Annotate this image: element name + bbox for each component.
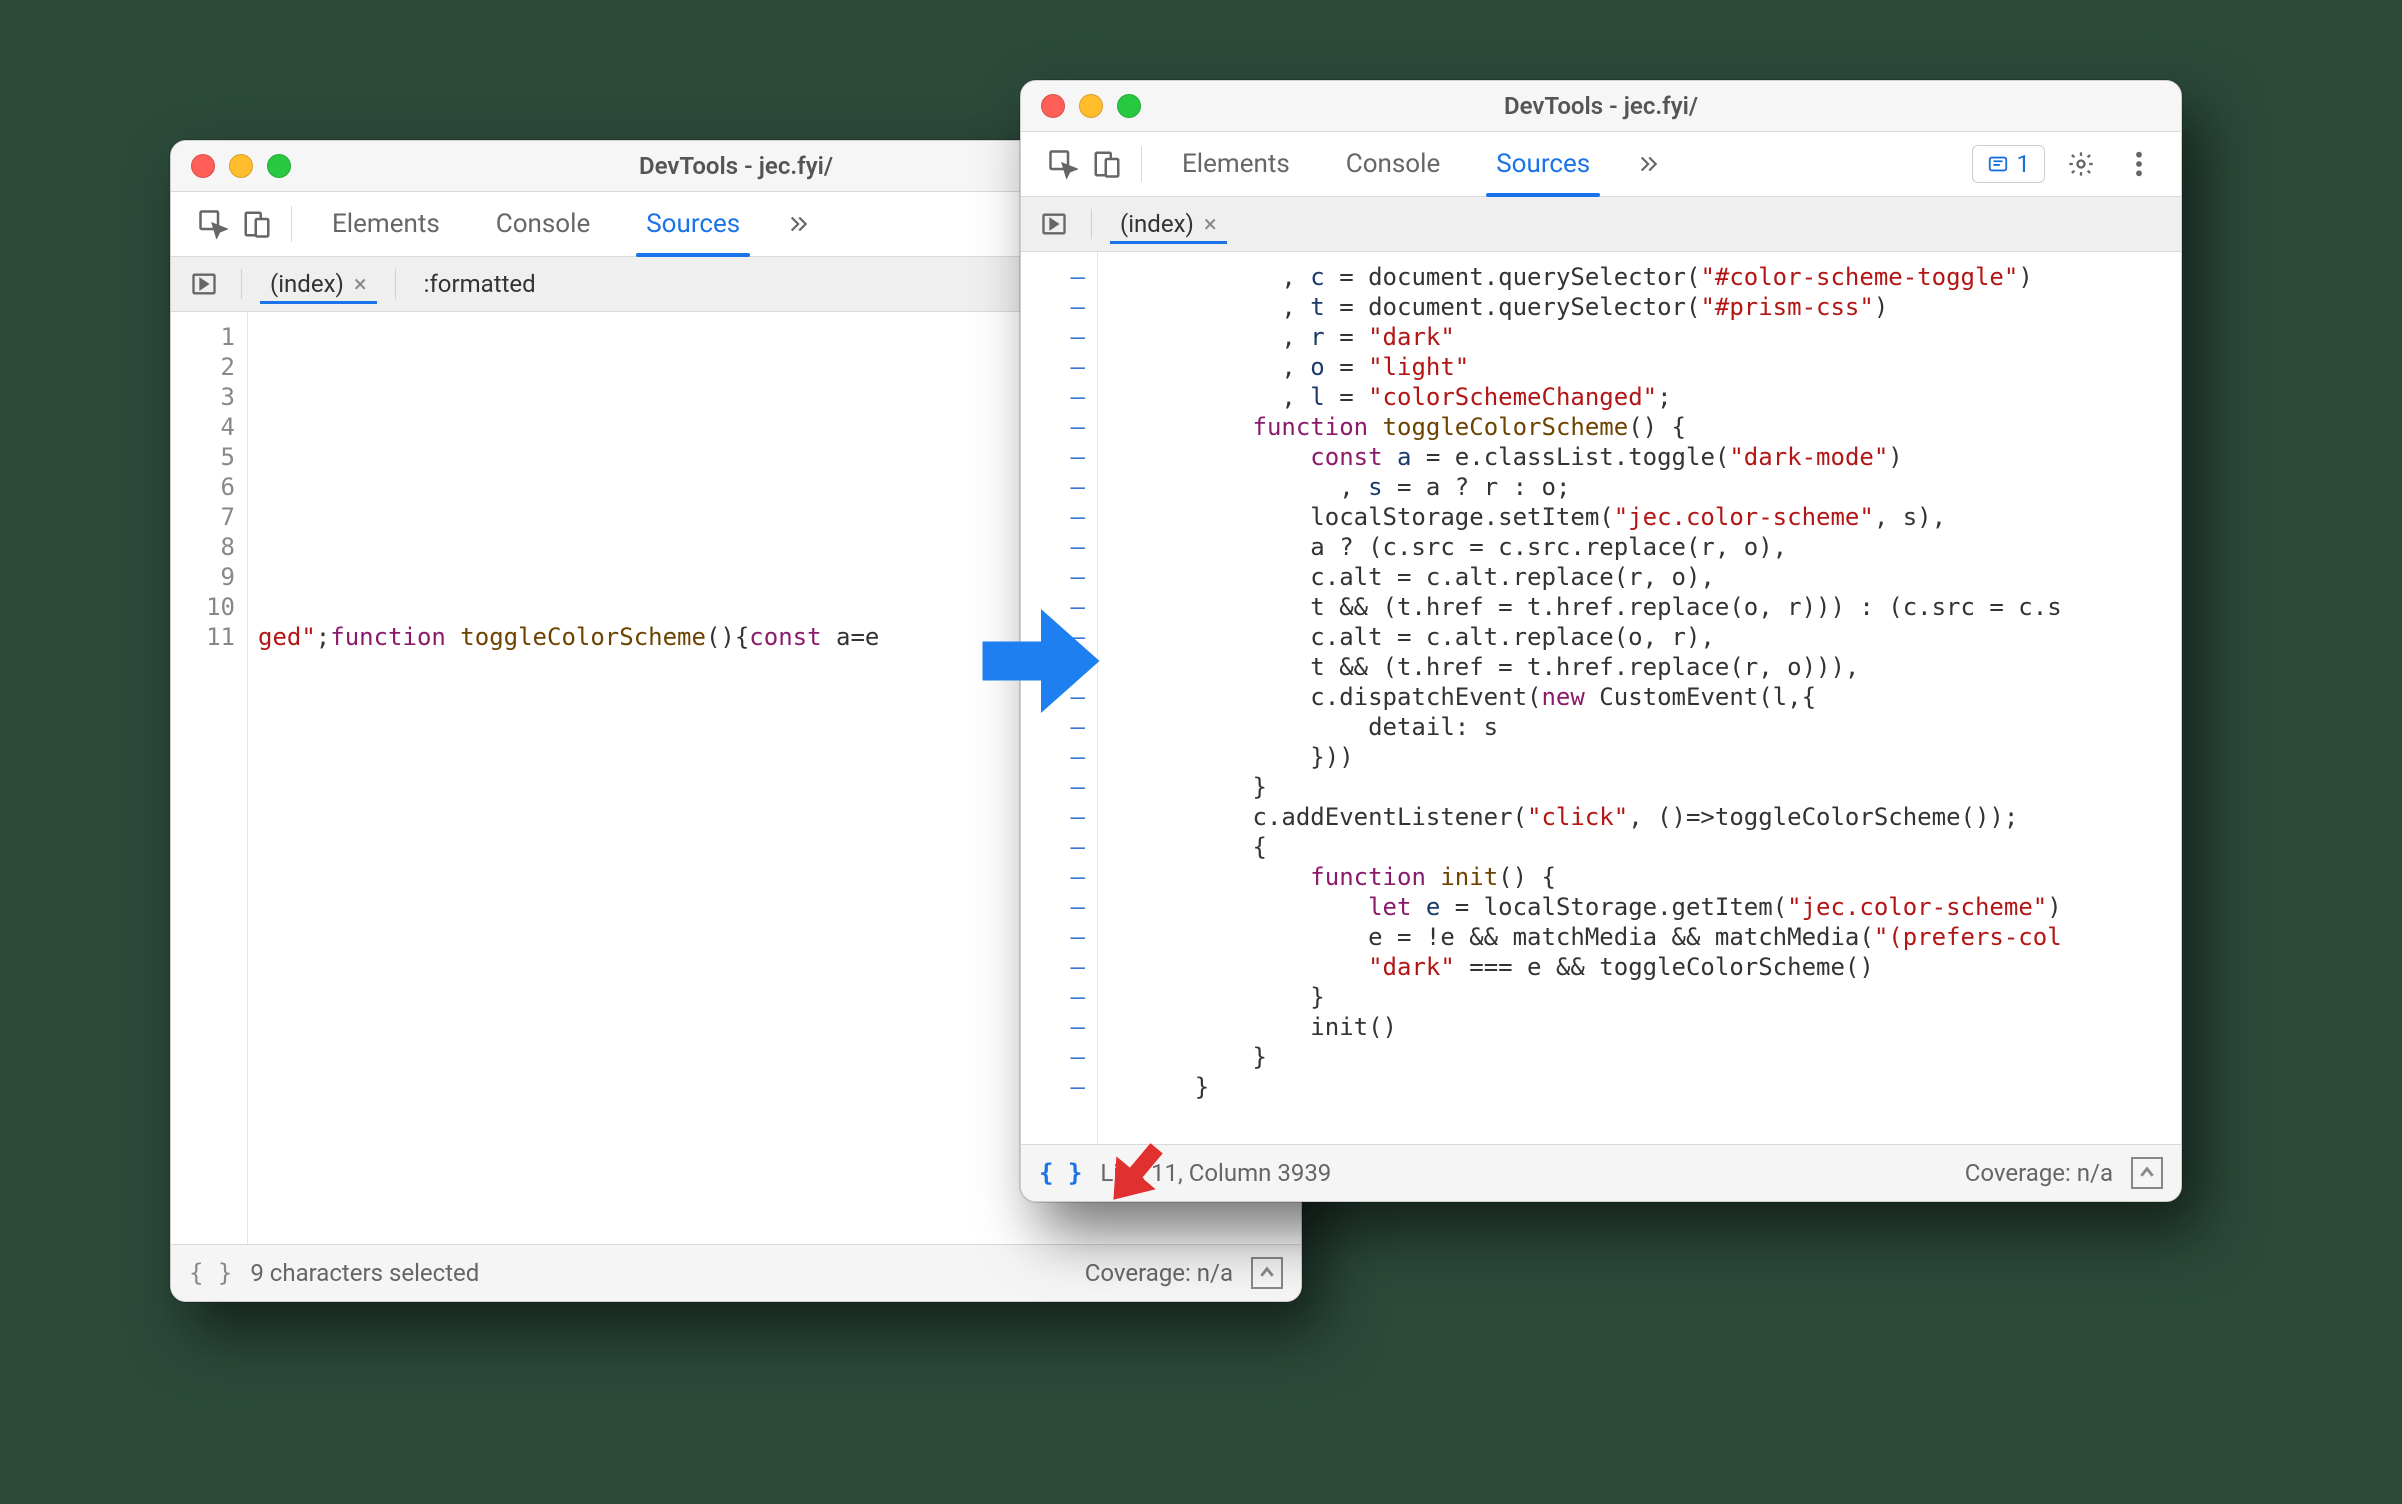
separator — [241, 269, 242, 299]
device-toolbar-icon[interactable] — [1085, 142, 1129, 186]
more-tabs-button[interactable] — [774, 202, 818, 246]
devtools-window-right: DevTools - jec.fyi/ Elements Console Sou… — [1020, 80, 2182, 1202]
code-editor[interactable]: –––––––––––––––––––––––––––– , c = docum… — [1021, 252, 2181, 1144]
kebab-menu-icon[interactable] — [2117, 142, 2161, 186]
close-file-tab-icon[interactable]: × — [354, 270, 367, 298]
maximize-window-button[interactable] — [267, 154, 291, 178]
file-tab-index[interactable]: (index) × — [1110, 204, 1227, 244]
close-file-tab-icon[interactable]: × — [1204, 210, 1217, 238]
pretty-print-button[interactable]: { } — [1039, 1159, 1082, 1187]
device-toolbar-icon[interactable] — [235, 202, 279, 246]
coverage-label: Coverage: n/a — [1085, 1259, 1233, 1287]
file-tab-label: (index) — [270, 270, 344, 298]
toggle-navigator-icon[interactable] — [185, 265, 223, 303]
maximize-window-button[interactable] — [1117, 94, 1141, 118]
coverage-label: Coverage: n/a — [1965, 1159, 2113, 1187]
titlebar[interactable]: DevTools - jec.fyi/ — [1021, 81, 2181, 132]
select-element-icon[interactable] — [1041, 142, 1085, 186]
tab-elements[interactable]: Elements — [1154, 132, 1318, 196]
collapse-button[interactable] — [1251, 1257, 1283, 1289]
toggle-navigator-icon[interactable] — [1035, 205, 1073, 243]
minimize-window-button[interactable] — [229, 154, 253, 178]
line-gutter: 1234567891011 — [171, 312, 248, 1244]
status-right: Coverage: n/a — [1965, 1157, 2163, 1189]
more-tabs-button[interactable] — [1624, 142, 1668, 186]
issues-badge[interactable]: 1 — [1972, 145, 2046, 183]
tab-sources[interactable]: Sources — [618, 192, 768, 256]
collapse-button[interactable] — [2131, 1157, 2163, 1189]
status-selection: 9 characters selected — [250, 1259, 479, 1287]
status-right: Coverage: n/a — [1085, 1257, 1283, 1289]
select-element-icon[interactable] — [191, 202, 235, 246]
settings-icon[interactable] — [2059, 142, 2103, 186]
devtools-tabstrip: Elements Console Sources 1 — [1021, 132, 2181, 197]
minimize-window-button[interactable] — [1079, 94, 1103, 118]
tab-console[interactable]: Console — [1318, 132, 1468, 196]
close-window-button[interactable] — [1041, 94, 1065, 118]
file-tab-formatted[interactable]: :formatted — [414, 264, 546, 304]
code-content[interactable]: , c = document.querySelector("#color-sch… — [1098, 252, 2181, 1144]
file-tab-index[interactable]: (index) × — [260, 264, 377, 304]
status-bar: { } Line 11, Column 3939 Coverage: n/a — [1021, 1144, 2181, 1201]
file-tab-bar: (index) × — [1021, 197, 2181, 252]
stage: { "left": { "title": "DevTools - jec.fyi… — [0, 0, 2402, 1504]
separator — [1141, 146, 1142, 182]
tab-elements[interactable]: Elements — [304, 192, 468, 256]
window-traffic-lights[interactable] — [1041, 94, 1141, 118]
separator — [395, 269, 396, 299]
file-tab-label: :formatted — [424, 270, 536, 298]
separator — [291, 206, 292, 242]
status-line-col: Line 11, Column 3939 — [1100, 1159, 1331, 1187]
pretty-print-button[interactable]: { } — [189, 1259, 232, 1287]
file-tab-label: (index) — [1120, 210, 1194, 238]
issues-count: 1 — [2017, 150, 2031, 178]
close-window-button[interactable] — [191, 154, 215, 178]
tabstrip-right-cluster: 1 — [1972, 142, 2162, 186]
window-traffic-lights[interactable] — [191, 154, 291, 178]
tab-sources[interactable]: Sources — [1468, 132, 1618, 196]
status-bar: { } 9 characters selected Coverage: n/a — [171, 1244, 1301, 1301]
window-title: DevTools - jec.fyi/ — [1041, 92, 2161, 120]
tab-console[interactable]: Console — [468, 192, 618, 256]
line-gutter: –––––––––––––––––––––––––––– — [1021, 252, 1098, 1144]
separator — [1091, 209, 1092, 239]
